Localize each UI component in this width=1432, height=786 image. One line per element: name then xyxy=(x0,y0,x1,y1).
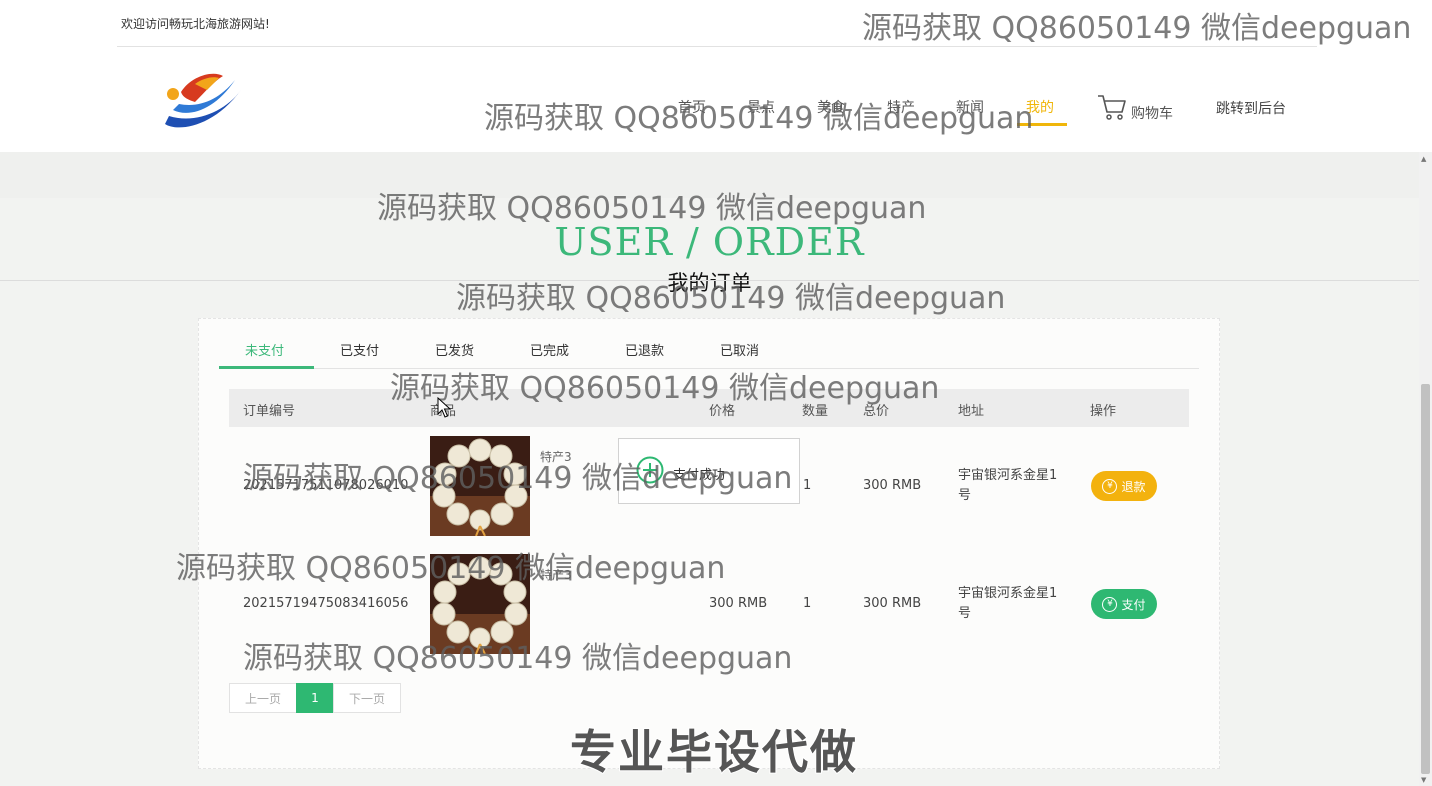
address: 宇宙银河系金星1号 xyxy=(958,468,1058,503)
pay-button-label: 支付 xyxy=(1121,597,1146,612)
mouse-cursor-icon xyxy=(437,397,451,418)
product-thumbnail[interactable] xyxy=(430,436,530,536)
scrollbar-thumb[interactable] xyxy=(1421,384,1430,774)
cart-link[interactable]: 购物车 xyxy=(1131,103,1173,123)
tab-active-indicator xyxy=(219,366,314,369)
scroll-up-icon[interactable]: ▲ xyxy=(1421,155,1426,163)
nav-attractions[interactable]: 景点 xyxy=(747,97,775,117)
welcome-text: 欢迎访问畅玩北海旅游网站! xyxy=(121,17,270,31)
product-name[interactable]: 特产3 xyxy=(540,448,572,465)
col-order-no: 订单编号 xyxy=(243,404,296,419)
refund-button[interactable]: ¥ 退款 xyxy=(1091,471,1157,501)
tab-cancelled[interactable]: 已取消 xyxy=(720,340,759,359)
site-logo[interactable] xyxy=(155,62,251,138)
nav-food[interactable]: 美食 xyxy=(817,97,845,117)
tab-unpaid[interactable]: 未支付 xyxy=(245,340,284,359)
tab-completed[interactable]: 已完成 xyxy=(530,340,569,359)
order-number: 20215719475083416056 xyxy=(243,596,409,611)
nav-home[interactable]: 首页 xyxy=(678,97,706,117)
tabs-divider xyxy=(219,368,1199,369)
toast-message: 支付成功 xyxy=(673,468,726,483)
quantity: 1 xyxy=(803,596,812,611)
price: 300 RMB xyxy=(709,596,768,611)
page-title-en: USER / ORDER xyxy=(554,220,865,264)
product-thumbnail[interactable] xyxy=(430,554,530,654)
header-divider xyxy=(117,46,1317,47)
tab-paid[interactable]: 已支付 xyxy=(340,340,379,359)
next-page-button[interactable]: 下一页 xyxy=(333,683,401,713)
prev-page-button[interactable]: 上一页 xyxy=(229,683,297,713)
col-total: 总价 xyxy=(863,404,890,419)
order-number: 20215717511078026010 xyxy=(243,478,409,493)
nav-mine[interactable]: 我的 xyxy=(1026,97,1054,117)
col-qty: 数量 xyxy=(802,404,829,419)
yuan-coin-icon: ¥ xyxy=(1102,596,1118,612)
watermark-banner: 专业毕设代做 xyxy=(569,724,858,780)
nav-active-indicator xyxy=(1017,123,1067,126)
total-price: 300 RMB xyxy=(863,478,922,493)
quantity: 1 xyxy=(803,478,812,493)
refund-button-label: 退款 xyxy=(1121,479,1146,494)
shopping-cart-icon[interactable] xyxy=(1097,94,1127,120)
page-banner xyxy=(0,152,1419,198)
page-1-button[interactable]: 1 xyxy=(296,683,334,713)
address: 宇宙银河系金星1号 xyxy=(958,586,1058,621)
scroll-down-icon[interactable]: ▼ xyxy=(1421,776,1426,784)
nav-specialty[interactable]: 特产 xyxy=(887,97,915,117)
page-title: 我的订单 xyxy=(667,271,752,295)
tab-shipped[interactable]: 已发货 xyxy=(435,340,474,359)
pay-button[interactable]: ¥ 支付 xyxy=(1091,589,1157,619)
col-address: 地址 xyxy=(958,404,985,419)
tab-refunded[interactable]: 已退款 xyxy=(625,340,664,359)
banner-divider xyxy=(0,280,1419,281)
success-icon xyxy=(636,456,664,484)
product-name[interactable]: 特产3 xyxy=(540,566,572,583)
total-price: 300 RMB xyxy=(863,596,922,611)
yuan-coin-icon: ¥ xyxy=(1102,478,1118,494)
admin-link[interactable]: 跳转到后台 xyxy=(1216,98,1286,118)
nav-news[interactable]: 新闻 xyxy=(956,97,984,117)
col-action: 操作 xyxy=(1090,404,1117,419)
col-price: 价格 xyxy=(709,404,736,419)
